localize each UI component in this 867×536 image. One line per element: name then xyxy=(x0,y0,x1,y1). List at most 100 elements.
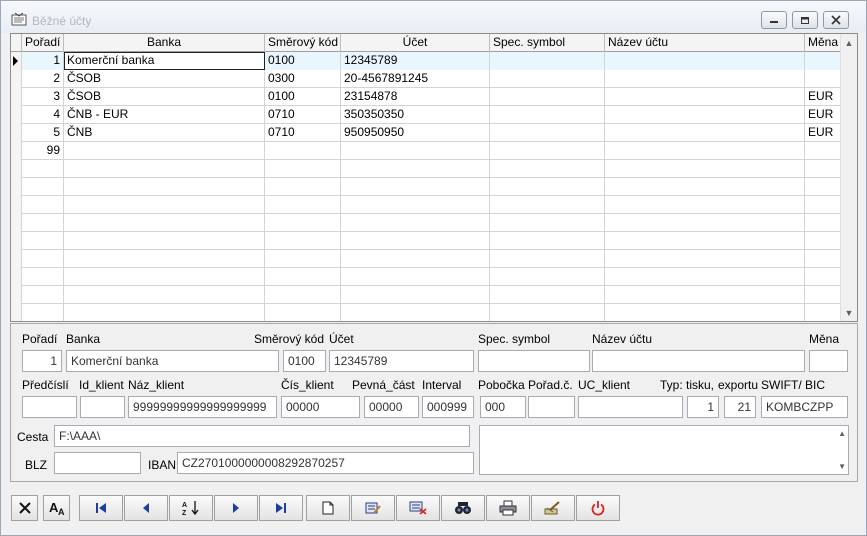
cell-spec[interactable] xyxy=(490,124,605,142)
cell-kod[interactable] xyxy=(265,142,341,160)
cell-nazev[interactable] xyxy=(605,268,805,286)
cell-ucet[interactable]: 950950950 xyxy=(341,124,490,142)
cell-nazev[interactable] xyxy=(605,214,805,232)
cell-kod[interactable]: 0100 xyxy=(265,88,341,106)
table-row[interactable]: 99 xyxy=(11,142,841,160)
first-record-button[interactable] xyxy=(79,495,123,521)
cell-banka[interactable] xyxy=(64,178,265,196)
row-indicator[interactable] xyxy=(11,142,22,160)
pobocka-field[interactable]: 000 xyxy=(480,396,526,418)
cell-nazev[interactable] xyxy=(605,106,805,124)
row-indicator[interactable] xyxy=(11,196,22,214)
col-header-ucet[interactable]: Účet xyxy=(341,34,490,52)
cell-kod[interactable]: 0710 xyxy=(265,106,341,124)
typ-tisku-field[interactable]: 1 xyxy=(687,396,719,418)
cell-kod[interactable] xyxy=(265,214,341,232)
col-header-banka[interactable]: Banka xyxy=(64,34,265,52)
cell-kod[interactable] xyxy=(265,178,341,196)
cell-mena[interactable] xyxy=(805,70,841,88)
cell-poradi[interactable] xyxy=(22,304,64,321)
cell-spec[interactable] xyxy=(490,214,605,232)
cell-banka[interactable]: ČNB xyxy=(64,124,265,142)
cell-poradi[interactable] xyxy=(22,286,64,304)
col-header-mena[interactable]: Měna xyxy=(805,34,841,52)
row-indicator[interactable] xyxy=(11,286,22,304)
row-indicator[interactable] xyxy=(11,160,22,178)
cell-banka[interactable] xyxy=(64,214,265,232)
cell-ucet[interactable] xyxy=(341,286,490,304)
id-klient-field[interactable] xyxy=(80,396,125,418)
cell-nazev[interactable] xyxy=(605,124,805,142)
cell-mena[interactable] xyxy=(805,250,841,268)
cell-kod[interactable] xyxy=(265,250,341,268)
row-indicator[interactable] xyxy=(11,214,22,232)
cell-kod[interactable] xyxy=(265,196,341,214)
cell-banka[interactable] xyxy=(64,304,265,321)
cell-poradi[interactable] xyxy=(22,178,64,196)
grid-vertical-scrollbar[interactable]: ▲ ▼ xyxy=(840,34,857,321)
cell-ucet[interactable]: 20-4567891245 xyxy=(341,70,490,88)
scroll-up-arrow-icon[interactable]: ▲ xyxy=(841,34,857,51)
cell-spec[interactable] xyxy=(490,286,605,304)
memo-scroll-up-icon[interactable]: ▲ xyxy=(838,429,846,438)
cell-kod[interactable] xyxy=(265,232,341,250)
cesta-field[interactable]: F:\AAA\ xyxy=(54,425,470,447)
cell-ucet[interactable] xyxy=(341,214,490,232)
previous-record-button[interactable] xyxy=(124,495,168,521)
cell-banka[interactable]: ČNB - EUR xyxy=(64,106,265,124)
cell-spec[interactable] xyxy=(490,70,605,88)
cell-nazev[interactable] xyxy=(605,52,805,70)
cell-spec[interactable] xyxy=(490,142,605,160)
col-header-poradi[interactable]: Pořadí xyxy=(22,34,64,52)
memo-scroll-down-icon[interactable]: ▼ xyxy=(838,462,846,471)
next-record-button[interactable] xyxy=(214,495,258,521)
cell-ucet[interactable] xyxy=(341,250,490,268)
cell-nazev[interactable] xyxy=(605,142,805,160)
cell-banka[interactable] xyxy=(64,196,265,214)
cell-nazev[interactable] xyxy=(605,70,805,88)
cell-spec[interactable] xyxy=(490,304,605,321)
cell-poradi[interactable]: 2 xyxy=(22,70,64,88)
row-indicator[interactable] xyxy=(11,232,22,250)
print-button[interactable] xyxy=(486,495,530,521)
cell-poradi[interactable] xyxy=(22,268,64,286)
cell-mena[interactable] xyxy=(805,142,841,160)
last-record-button[interactable] xyxy=(259,495,303,521)
cell-spec[interactable] xyxy=(490,106,605,124)
cell-mena[interactable] xyxy=(805,160,841,178)
cell-ucet[interactable] xyxy=(341,142,490,160)
cell-banka[interactable] xyxy=(64,250,265,268)
find-button[interactable] xyxy=(441,495,485,521)
naz-klient-field[interactable]: 99999999999999999999 xyxy=(128,396,277,418)
cell-poradi[interactable] xyxy=(22,232,64,250)
cell-poradi[interactable] xyxy=(22,214,64,232)
font-button[interactable]: AA xyxy=(43,495,70,521)
empty-row[interactable] xyxy=(11,286,841,304)
empty-row[interactable] xyxy=(11,214,841,232)
row-indicator[interactable] xyxy=(11,106,22,124)
cell-poradi[interactable]: 1 xyxy=(22,52,64,70)
spec-symbol-field[interactable] xyxy=(478,350,590,372)
cell-mena[interactable] xyxy=(805,196,841,214)
table-row[interactable]: 2 ČSOB 0300 20-4567891245 xyxy=(11,70,841,88)
table-row[interactable]: 3 ČSOB 0100 23154878 EUR xyxy=(11,88,841,106)
title-bar[interactable]: Běžné účty xyxy=(1,1,866,33)
sort-button[interactable]: AZ xyxy=(169,495,213,521)
cell-spec[interactable] xyxy=(490,160,605,178)
edit-record-button[interactable] xyxy=(351,495,395,521)
new-record-button[interactable] xyxy=(306,495,350,521)
cell-poradi[interactable]: 4 xyxy=(22,106,64,124)
cell-mena[interactable] xyxy=(805,304,841,321)
porad-c-field[interactable] xyxy=(528,396,575,418)
cell-mena[interactable]: EUR xyxy=(805,106,841,124)
cell-banka[interactable] xyxy=(64,232,265,250)
empty-row[interactable] xyxy=(11,250,841,268)
row-indicator[interactable] xyxy=(11,268,22,286)
cell-spec[interactable] xyxy=(490,88,605,106)
cell-mena[interactable] xyxy=(805,232,841,250)
accounts-grid[interactable]: Pořadí Banka Směrový kód Účet Spec. symb… xyxy=(10,33,858,322)
scroll-down-arrow-icon[interactable]: ▼ xyxy=(841,304,857,321)
cell-ucet[interactable] xyxy=(341,160,490,178)
empty-row[interactable] xyxy=(11,268,841,286)
nazev-uctu-field[interactable] xyxy=(592,350,805,372)
